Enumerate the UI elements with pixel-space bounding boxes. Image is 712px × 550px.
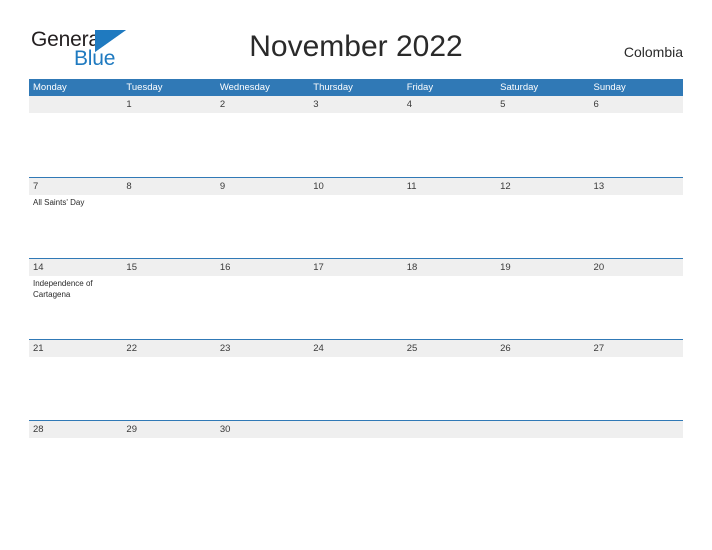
page-header: General Blue November 2022 Colombia bbox=[0, 0, 712, 70]
weekday-header-wednesday: Wednesday bbox=[219, 82, 270, 93]
day-number: 21 bbox=[33, 343, 44, 354]
weekday-header-friday: Friday bbox=[406, 82, 434, 93]
calendar-day-cell[interactable]: 3 bbox=[309, 96, 403, 177]
calendar-day-cell[interactable]: 22 bbox=[122, 340, 216, 420]
day-number: 28 bbox=[33, 424, 44, 435]
calendar-day-cell[interactable]: 2 bbox=[215, 96, 310, 177]
day-number: 4 bbox=[406, 99, 412, 110]
day-number: 14 bbox=[33, 262, 44, 273]
day-number: 26 bbox=[500, 343, 511, 354]
calendar-day-cell-empty bbox=[309, 421, 403, 442]
calendar-day-cell-empty bbox=[496, 421, 590, 442]
calendar-day-cell[interactable]: 6 bbox=[589, 96, 683, 177]
day-events: Independence of Cartagena bbox=[29, 276, 122, 300]
day-number bbox=[590, 421, 683, 438]
calendar-day-cell[interactable]: 10 bbox=[309, 178, 403, 258]
day-number: 30 bbox=[219, 424, 231, 435]
calendar-week-row: 1 2 3 4 5 6 bbox=[29, 96, 683, 177]
day-number: 12 bbox=[500, 181, 511, 192]
holiday-event-label: Independence of Cartagena bbox=[33, 279, 93, 299]
weekday-header-sunday: Sunday bbox=[593, 82, 626, 93]
calendar-day-cell[interactable]: 17 bbox=[309, 259, 403, 339]
calendar-day-cell[interactable]: 1 bbox=[122, 96, 216, 177]
calendar-day-cell[interactable]: 21 bbox=[29, 340, 123, 420]
calendar-day-cell[interactable]: 14 Independence of Cartagena bbox=[29, 259, 123, 339]
calendar-day-cell[interactable]: 15 bbox=[122, 259, 216, 339]
calendar-day-cell[interactable]: 28 bbox=[29, 421, 123, 442]
day-events: All Saints' Day bbox=[29, 195, 122, 208]
calendar-day-cell[interactable]: 20 bbox=[589, 259, 683, 339]
calendar-day-cell[interactable]: 13 bbox=[589, 178, 683, 258]
day-number: 24 bbox=[313, 343, 324, 354]
day-number: 3 bbox=[313, 99, 319, 110]
calendar-day-cell[interactable]: 9 bbox=[215, 178, 310, 258]
calendar-day-cell[interactable]: 30 bbox=[215, 421, 310, 442]
day-number: 9 bbox=[219, 181, 226, 192]
calendar-day-cell[interactable]: 29 bbox=[122, 421, 216, 442]
day-number: 1 bbox=[126, 99, 132, 110]
day-number: 7 bbox=[33, 181, 39, 192]
calendar-grid: Monday Tuesday Wednesday Thursday Friday Satu… bbox=[29, 79, 683, 442]
day-number: 18 bbox=[406, 262, 418, 273]
day-number: 19 bbox=[500, 262, 511, 273]
day-number bbox=[403, 421, 496, 438]
calendar-week-row: 21 22 23 24 25 26 27 bbox=[29, 339, 683, 420]
day-number bbox=[496, 421, 589, 438]
calendar-day-cell[interactable]: 24 bbox=[309, 340, 403, 420]
day-number: 8 bbox=[126, 181, 132, 192]
day-number: 2 bbox=[219, 99, 226, 110]
calendar-day-cell-empty bbox=[29, 96, 123, 177]
calendar-day-cell[interactable]: 8 bbox=[122, 178, 216, 258]
day-number: 16 bbox=[219, 262, 231, 273]
calendar-page: General Blue November 2022 Colombia Mond… bbox=[0, 0, 712, 550]
calendar-day-cell[interactable]: 7 All Saints' Day bbox=[29, 178, 123, 258]
page-title: November 2022 bbox=[249, 30, 463, 63]
day-number: 27 bbox=[593, 343, 605, 354]
day-number: 25 bbox=[406, 343, 418, 354]
weekday-header-thursday: Thursday bbox=[313, 82, 353, 93]
day-number: 11 bbox=[406, 181, 417, 192]
calendar-day-cell[interactable]: 11 bbox=[402, 178, 497, 258]
calendar-day-cell[interactable]: 26 bbox=[496, 340, 590, 420]
calendar-day-cell[interactable]: 25 bbox=[402, 340, 497, 420]
weekday-header-monday: Monday bbox=[33, 82, 67, 93]
calendar-day-cell[interactable]: 18 bbox=[402, 259, 497, 339]
calendar-day-cell[interactable]: 19 bbox=[496, 259, 590, 339]
weekday-header-saturday: Saturday bbox=[500, 82, 539, 93]
calendar-day-cell[interactable]: 4 bbox=[402, 96, 497, 177]
weekday-header-row: Monday Tuesday Wednesday Thursday Friday Satu… bbox=[29, 79, 683, 96]
day-number: 23 bbox=[219, 343, 231, 354]
day-number: 10 bbox=[313, 181, 324, 192]
day-number bbox=[309, 421, 402, 438]
day-number: 6 bbox=[593, 99, 599, 110]
day-number: 29 bbox=[126, 424, 137, 435]
calendar-day-cell-empty bbox=[402, 421, 497, 442]
day-number: 22 bbox=[126, 343, 137, 354]
holiday-event-label: All Saints' Day bbox=[33, 198, 85, 207]
day-number: 5 bbox=[500, 99, 506, 110]
day-number: 17 bbox=[313, 262, 324, 273]
calendar-week-row: 28 29 30 bbox=[29, 420, 683, 442]
day-number: 13 bbox=[593, 181, 605, 192]
calendar-day-cell[interactable]: 12 bbox=[496, 178, 590, 258]
calendar-day-cell[interactable]: 23 bbox=[215, 340, 310, 420]
weekday-header-tuesday: Tuesday bbox=[126, 82, 163, 93]
calendar-day-cell[interactable]: 27 bbox=[589, 340, 683, 420]
day-number bbox=[29, 96, 122, 113]
calendar-week-row: 14 Independence of Cartagena 15 16 17 18 19 20 bbox=[29, 258, 683, 339]
calendar-day-cell[interactable]: 5 bbox=[496, 96, 590, 177]
calendar-week-row: 7 All Saints' Day 8 9 10 11 12 13 bbox=[29, 177, 683, 258]
calendar-day-cell[interactable]: 16 bbox=[215, 259, 310, 339]
calendar-weeks: 1 2 3 4 5 6 7 All Saints' Day 8 9 10 11 12 13 14 Indepe… bbox=[29, 96, 683, 442]
calendar-day-cell-empty bbox=[589, 421, 683, 442]
day-number: 15 bbox=[126, 262, 137, 273]
country-label: Colombia bbox=[623, 44, 683, 60]
day-number: 20 bbox=[593, 262, 605, 273]
